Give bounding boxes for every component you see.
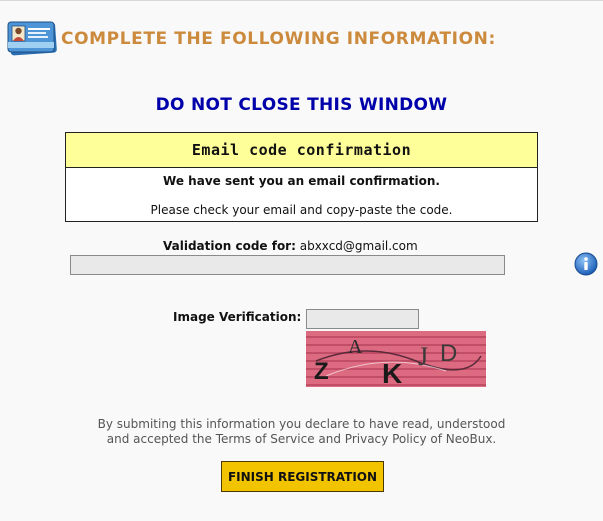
page-title: COMPLETE THE FOLLOWING INFORMATION:	[61, 29, 496, 49]
image-verification-input[interactable]	[306, 309, 419, 329]
terms-disclaimer: By submiting this information you declar…	[0, 417, 603, 447]
validation-code-input[interactable]	[70, 255, 505, 275]
captcha-glyph-k: K	[382, 358, 402, 387]
email-instruction: Please check your email and copy-paste t…	[150, 203, 453, 217]
captcha-glyph-a: A	[348, 336, 363, 358]
disclaimer-line-2: and accepted the Terms of Service and Pr…	[106, 432, 497, 446]
disclaimer-line-1: By submiting this information you declar…	[97, 417, 506, 431]
info-icon[interactable]	[574, 252, 598, 276]
validation-email: abxxcd@gmail.com	[299, 239, 418, 253]
email-confirmation-box: Email code confirmation We have sent you…	[65, 132, 538, 222]
email-sent-message: We have sent you an email confirmation.	[163, 174, 440, 188]
email-box-title: Email code confirmation	[66, 133, 537, 168]
id-card-icon	[6, 18, 58, 58]
top-divider	[0, 0, 603, 1]
finish-registration-button[interactable]: FINISH REGISTRATION	[221, 461, 384, 492]
image-verification-label: Image Verification:	[173, 310, 302, 324]
warning-message: DO NOT CLOSE THIS WINDOW	[155, 95, 448, 115]
captcha-glyph-j: J	[418, 342, 428, 371]
captcha-glyph-d: D	[440, 340, 457, 367]
validation-label: Validation code for: abxxcd@gmail.com	[163, 239, 418, 253]
captcha-image: Z A K J D	[306, 331, 486, 389]
validation-label-text: Validation code for:	[163, 239, 296, 253]
captcha-glyph-z: Z	[314, 358, 329, 385]
